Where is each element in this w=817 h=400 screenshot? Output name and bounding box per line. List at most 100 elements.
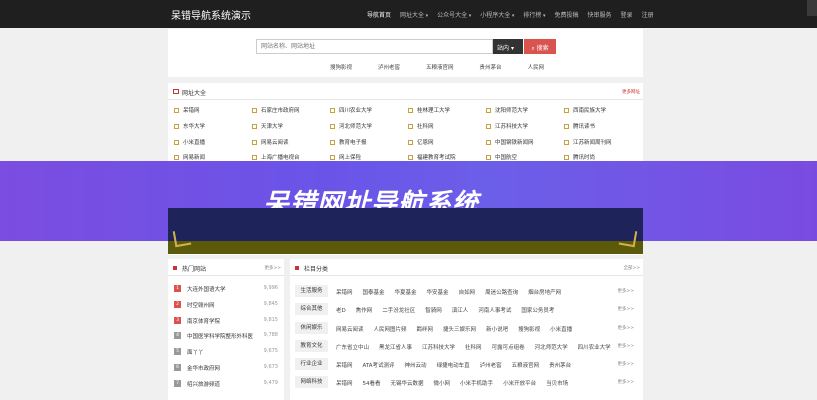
directory-link[interactable]: 桂林理工大学 [408, 106, 486, 122]
category-link[interactable]: 小米开放平台 [503, 379, 536, 387]
category-link[interactable]: 江苏科技大学 [422, 343, 455, 351]
hot-site-name[interactable]: 时空赣州网 [187, 301, 215, 309]
search-input[interactable] [256, 39, 493, 54]
category-link[interactable]: 二手汾龙社区 [382, 306, 415, 314]
directory-link[interactable]: 东华大学 [174, 122, 252, 138]
hot-sites-more-link[interactable]: 更多>> [264, 265, 281, 271]
category-link[interactable]: 当贝市场 [546, 379, 568, 387]
category-more-link[interactable]: 更多>> [617, 325, 634, 331]
category-link[interactable]: 神州云动 [405, 361, 427, 369]
hot-site-name[interactable]: 面丫丫 [187, 348, 204, 356]
category-link[interactable]: 华安基金 [427, 288, 449, 296]
nav-item[interactable]: 注册 [642, 10, 654, 19]
nav-item[interactable]: 公众号大全 ▾ [437, 10, 471, 19]
category-link[interactable]: 社科网 [465, 343, 482, 351]
quick-link[interactable]: 人民网 [528, 63, 545, 71]
category-link[interactable]: 自如网 [459, 288, 476, 296]
directory-link[interactable]: 小米直播 [174, 138, 252, 154]
hot-site-name[interactable]: 金华市政府网 [187, 364, 220, 372]
hot-site-name[interactable]: 绍兴旅游频道 [187, 380, 220, 388]
nav-item[interactable]: 登录 [621, 10, 633, 19]
category-link[interactable]: 河南人事考试 [478, 306, 511, 314]
category-link[interactable]: 泸州老窖 [480, 361, 502, 369]
nav-item[interactable]: 排行榜 ▾ [523, 10, 545, 19]
site-brand[interactable]: 呆错导航系统演示 [171, 7, 251, 22]
nav-item[interactable]: 导航首页 [367, 10, 391, 19]
category-link[interactable]: 国家公务员考 [521, 306, 554, 314]
category-link[interactable]: 呆错网 [336, 379, 353, 387]
category-link[interactable]: 四川农业大学 [578, 343, 611, 351]
quick-link[interactable]: 搜狗影视 [330, 63, 352, 71]
directory-link[interactable]: 河北师范大学 [330, 122, 408, 138]
category-link[interactable]: 滇江人 [452, 306, 469, 314]
category-more-link[interactable]: 更多>> [617, 361, 634, 367]
category-label[interactable]: 网络科技 [295, 376, 328, 389]
category-link[interactable]: 小米手机助手 [460, 379, 493, 387]
search-site-select[interactable]: 站内 ▾ [493, 39, 523, 54]
directory-link[interactable]: 江苏新闻周刊网 [564, 138, 642, 154]
hot-site-row[interactable]: 2 时空赣州网 9,845 [174, 300, 282, 316]
directory-link[interactable]: 社科网 [408, 122, 486, 138]
category-link[interactable]: 呆错网 [336, 361, 353, 369]
directory-more-link[interactable]: 更多网址 [622, 89, 640, 95]
category-link[interactable]: 河北师范大学 [535, 343, 568, 351]
category-label[interactable]: 休闲娱乐 [295, 321, 328, 334]
category-link[interactable]: 五粮液官网 [512, 361, 540, 369]
directory-link[interactable]: 亿恩网 [408, 138, 486, 154]
hot-site-row[interactable]: 7 绍兴旅游频道 9,479 [174, 379, 282, 395]
category-link[interactable]: 搜狗影视 [518, 325, 540, 333]
nav-item[interactable]: 小程序大全 ▾ [480, 10, 514, 19]
category-link[interactable]: 智骑网 [425, 306, 442, 314]
category-link[interactable]: 捷头三娱乐网 [443, 325, 476, 333]
directory-link[interactable]: 中国钢铁新闻网 [486, 138, 564, 154]
hot-site-row[interactable]: 1 大连外国语大学 9,996 [174, 284, 282, 300]
category-more-link[interactable]: 更多>> [617, 306, 634, 312]
category-link[interactable]: 无锡华云数据 [391, 379, 424, 387]
search-button[interactable]: ⌕ 搜索 [524, 39, 556, 54]
category-link[interactable]: 54看看 [363, 379, 381, 387]
category-link[interactable]: 绿捷电动车直 [437, 361, 470, 369]
category-link[interactable]: 广东省立中山 [336, 343, 369, 351]
nav-item[interactable]: 免费投稿 [555, 10, 579, 19]
hot-site-row[interactable]: 4 中国医学科学院整形外科医 9,788 [174, 331, 282, 347]
category-link[interactable]: 焦作网 [356, 306, 373, 314]
category-link[interactable]: 呆错网 [336, 288, 353, 296]
category-link[interactable]: 羁绊网 [417, 325, 434, 333]
category-more-link[interactable]: 更多>> [617, 343, 634, 349]
category-link[interactable]: ATA考试测评 [363, 361, 395, 369]
directory-link[interactable]: 西南民族大学 [564, 106, 642, 122]
category-label[interactable]: 综合其他 [295, 303, 328, 316]
directory-link[interactable]: 呆错网 [174, 106, 252, 122]
nav-item[interactable]: 网址大全 ▾ [400, 10, 428, 19]
categories-more-link[interactable]: 全部>> [623, 265, 640, 271]
category-link[interactable]: 新小说吧 [486, 325, 508, 333]
hot-site-name[interactable]: 中国医学科学院整形外科医 [187, 332, 253, 340]
category-link[interactable]: 网易云阅读 [336, 325, 364, 333]
directory-link[interactable]: 教育电子报 [330, 138, 408, 154]
category-link[interactable]: 国泰基金 [363, 288, 385, 296]
nav-item[interactable]: 快审服务 [588, 10, 612, 19]
directory-link[interactable]: 石家庄市政府网 [252, 106, 330, 122]
directory-link[interactable]: 江苏科技大学 [486, 122, 564, 138]
category-link[interactable]: 烟台房地产网 [528, 288, 561, 296]
category-more-link[interactable]: 更多>> [617, 288, 634, 294]
hot-site-row[interactable]: 5 面丫丫 9,675 [174, 347, 282, 363]
quick-link[interactable]: 五粮液官网 [426, 63, 454, 71]
hot-site-row[interactable]: 6 金华市政府网 9,673 [174, 363, 282, 379]
category-label[interactable]: 教育文化 [295, 339, 328, 352]
category-link[interactable]: 人民网图片频 [374, 325, 407, 333]
category-more-link[interactable]: 更多>> [617, 379, 634, 385]
directory-link[interactable]: 天津大学 [252, 122, 330, 138]
directory-link[interactable]: 腾讯读书 [564, 122, 642, 138]
category-label[interactable]: 行业企业 [295, 358, 328, 371]
directory-link[interactable]: 网易云阅读 [252, 138, 330, 154]
category-link[interactable]: 微小网 [434, 379, 451, 387]
category-link[interactable]: 贵州茅台 [549, 361, 571, 369]
hot-site-name[interactable]: 大连外国语大学 [187, 285, 226, 293]
category-link[interactable]: 小米直播 [550, 325, 572, 333]
hot-site-name[interactable]: 南京体育学院 [187, 317, 220, 325]
directory-link[interactable]: 四川农业大学 [330, 106, 408, 122]
hot-site-row[interactable]: 3 南京体育学院 9,815 [174, 316, 282, 332]
category-link[interactable]: 黑龙江省人事 [379, 343, 412, 351]
category-link[interactable]: 可露可点组卷 [492, 343, 525, 351]
